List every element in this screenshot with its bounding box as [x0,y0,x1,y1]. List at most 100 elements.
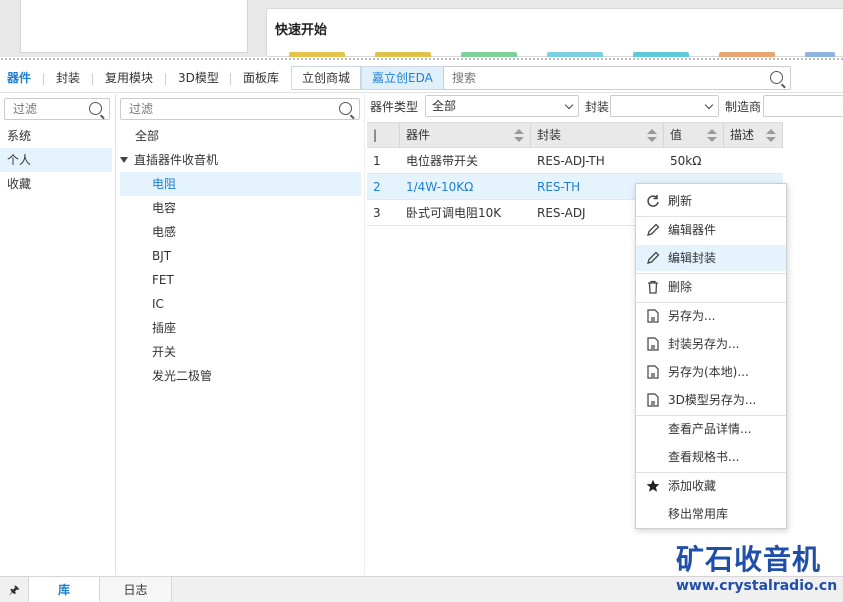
splitter[interactable] [0,57,843,61]
source-item-system[interactable]: 系统 [0,124,112,148]
search-input[interactable] [444,67,754,89]
save-file-icon [647,309,659,323]
search-icon[interactable] [770,71,783,84]
chevron-down-icon [564,100,574,110]
tab-separator [43,73,44,85]
cell-description [724,148,783,174]
save-file-icon [647,337,659,351]
pin-icon[interactable]: 🖈 [0,577,28,602]
watermark-logo-text: 矿石收音机 [676,543,822,576]
search-icon[interactable] [339,102,352,115]
col-header-package[interactable]: 封装 [531,123,664,148]
menu-item-package-save-as[interactable]: 封装另存为... [636,331,786,357]
menu-item-refresh[interactable]: 刷新 [636,188,786,214]
source-filter[interactable] [4,98,110,120]
menu-item-save-as[interactable]: 另存为... [636,303,786,329]
tree-group[interactable]: 直插器件收音机 [120,148,361,172]
save-file-icon [647,365,659,379]
pencil-icon [647,251,660,264]
tree-item-resistor[interactable]: 电阻 [120,172,361,196]
source-filter-input[interactable] [5,99,89,119]
menu-item-edit-package[interactable]: 编辑封装 [636,245,786,271]
trash-icon [648,280,658,294]
tree-item[interactable]: 电容 [152,196,176,220]
library-source-panel: 系统 个人 收藏 [0,94,116,575]
menu-item-product-detail[interactable]: 查看产品详情... [636,416,786,442]
tree-item[interactable]: 开关 [152,340,176,364]
menu-item-datasheet[interactable]: 查看规格书... [636,444,786,470]
tab-reuse-modules[interactable]: 复用模块 [105,63,153,93]
sort-icon[interactable] [514,129,524,143]
manufacturer-label: 制造商 [725,100,762,114]
sort-icon[interactable] [707,129,717,143]
expand-caret-icon[interactable] [120,156,128,163]
source-item-personal[interactable]: 个人 [0,148,112,172]
cell-index: 1 [373,154,381,168]
col-header-index[interactable]: | [367,123,400,148]
tab-log[interactable]: 日志 [100,577,172,602]
tree-item[interactable]: FET [152,268,174,292]
menu-item-edit-part[interactable]: 编辑器件 [636,217,786,243]
tab-separator [165,73,166,85]
star-icon [646,479,660,492]
tab-library[interactable]: 库 [28,577,100,602]
cell-index: 2 [373,180,381,194]
cell-part: 1/4W-10KΩ [406,180,474,194]
tab-jlc-eda[interactable]: 嘉立创EDA [361,66,444,90]
menu-item-remove-common[interactable]: 移出常用库 [636,501,786,527]
tab-separator [230,73,231,85]
category-tree-panel: 全部 直插器件收音机 电阻 电容 电感 BJT FET IC 插座 开关 发光二… [116,94,365,575]
col-header-description[interactable]: 描述 [724,123,783,148]
tree-filter-input[interactable] [121,99,312,119]
source-item-favorites[interactable]: 收藏 [0,172,112,196]
refresh-icon [647,195,659,207]
table-header: | 器件 封装 值 描述 [367,122,783,148]
top-area: 快速开始 [0,0,843,57]
tab-packages[interactable]: 封装 [56,63,80,93]
library-tabbar: 器件 封装 复用模块 3D模型 面板库 立创商城 嘉立创EDA [0,63,843,93]
quick-start-panel: 快速开始 [266,8,843,57]
search-box[interactable] [443,66,791,90]
pencil-icon [647,223,660,236]
tree-group-label: 直插器件收音机 [134,153,219,167]
manufacturer-select[interactable] [763,95,843,117]
watermark-url: www.crystalradio.cn [676,578,838,594]
tree-item[interactable]: 电感 [152,220,176,244]
tree-item-all[interactable]: 全部 [135,124,361,148]
cell-value: 50kΩ [670,154,702,168]
part-type-value: 全部 [432,99,457,113]
tree-item[interactable]: 插座 [152,316,176,340]
part-type-label: 器件类型 [370,100,419,114]
save-file-icon [647,393,659,407]
quick-start-title: 快速开始 [275,23,328,38]
search-icon[interactable] [89,102,102,115]
chevron-down-icon [704,100,714,110]
cell-part: 电位器带开关 [406,154,479,168]
menu-item-delete[interactable]: 删除 [636,274,786,300]
tab-3d-models[interactable]: 3D模型 [178,63,219,93]
sort-icon[interactable] [766,129,776,143]
tab-panel-library[interactable]: 面板库 [243,63,279,93]
table-row[interactable]: 1 电位器带开关 RES-ADJ-TH 50kΩ [367,148,783,174]
package-filter-select[interactable] [610,95,719,117]
col-header-value[interactable]: 值 [664,123,724,148]
menu-item-save-as-local[interactable]: 另存为(本地)... [636,359,786,385]
top-left-panel [20,0,248,53]
cell-package: RES-ADJ-TH [537,154,605,168]
tree-item[interactable]: BJT [152,244,171,268]
tab-separator [92,73,93,85]
tree-item[interactable]: 发光二极管 [152,364,212,388]
cell-part: 卧式可调电阻10K [406,206,502,220]
cell-index: 3 [373,206,381,220]
menu-item-add-favorite[interactable]: 添加收藏 [636,473,786,499]
context-menu: 刷新 编辑器件 编辑封装 删除 另存为... 封装另存为... 另存为(本地).… [635,183,787,529]
sort-icon[interactable] [647,129,657,143]
package-filter-label: 封装 [585,100,610,114]
tree-filter[interactable] [120,98,360,120]
tab-parts[interactable]: 器件 [7,63,31,93]
menu-item-3d-model-save-as[interactable]: 3D模型另存为... [636,387,786,413]
col-header-part[interactable]: 器件 [400,123,531,148]
tab-lcsc-mall[interactable]: 立创商城 [291,66,362,90]
tree-item[interactable]: IC [152,292,164,316]
part-type-select[interactable]: 全部 [425,95,579,117]
